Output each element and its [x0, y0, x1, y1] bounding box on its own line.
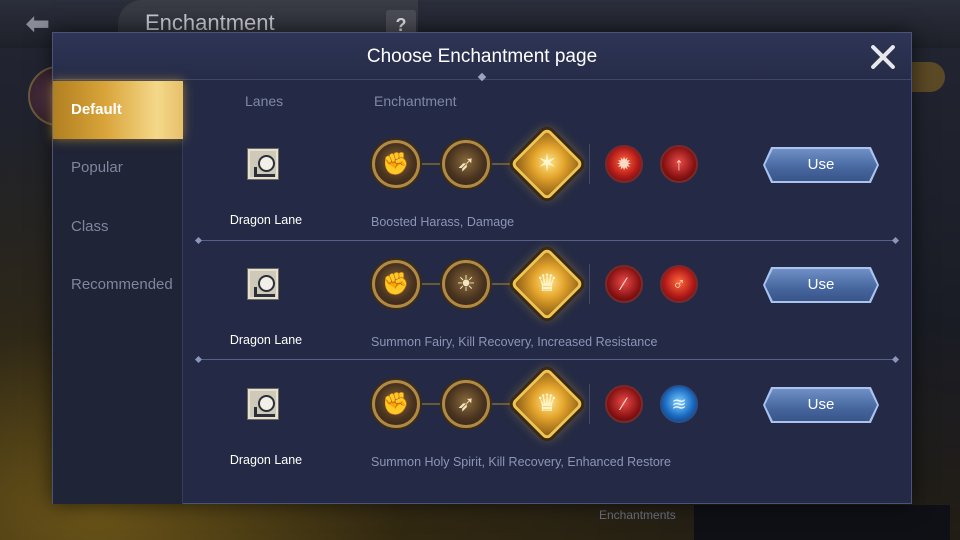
- sidebar-item-recommended[interactable]: Recommended: [53, 256, 183, 314]
- golden-crest-icon[interactable]: ♛: [510, 367, 584, 441]
- use-button[interactable]: Use: [765, 269, 877, 301]
- page-description: Summon Holy Spirit, Kill Recovery, Enhan…: [371, 455, 671, 469]
- sidebar-item-popular[interactable]: Popular: [53, 139, 183, 197]
- gauntlet-icon[interactable]: ✊: [372, 380, 420, 428]
- sidebar-item-class[interactable]: Class: [53, 198, 183, 256]
- golden-flame-icon[interactable]: ✶: [510, 127, 584, 201]
- use-button[interactable]: Use: [765, 149, 877, 181]
- lane-name: Dragon Lane: [229, 213, 303, 227]
- fire-rune-icon[interactable]: ✹: [605, 145, 643, 183]
- use-button[interactable]: Use: [765, 389, 877, 421]
- page-description: Summon Fairy, Kill Recovery, Increased R…: [371, 335, 658, 349]
- slash-rune-icon[interactable]: ∕: [605, 265, 643, 303]
- gauntlet-icon[interactable]: ✊: [372, 140, 420, 188]
- separator: [589, 144, 590, 184]
- warrior-rune-icon[interactable]: ♂: [660, 265, 698, 303]
- enchantment-page-row: Dragon Lane ✊ ➶ ♛ ∕ ≋ Use Summon Holy Sp…: [184, 361, 911, 481]
- dragon-lane-icon: [248, 389, 278, 419]
- background-bottom-label: Enchantments: [599, 508, 676, 522]
- open-book-icon[interactable]: ☀: [442, 260, 490, 308]
- arrow-emblem-icon[interactable]: ➶: [442, 140, 490, 188]
- separator: [589, 264, 590, 304]
- row-divider: [198, 359, 896, 360]
- close-icon[interactable]: [865, 39, 901, 75]
- gauntlet-icon[interactable]: ✊: [372, 260, 420, 308]
- dragon-lane-icon: [248, 149, 278, 179]
- lane-name: Dragon Lane: [229, 453, 303, 467]
- slash-rune-icon[interactable]: ∕: [605, 385, 643, 423]
- golden-crest-icon[interactable]: ♛: [510, 247, 584, 321]
- sidebar-item-default[interactable]: Default: [53, 81, 183, 139]
- column-header-lanes: Lanes: [245, 93, 284, 109]
- separator: [589, 384, 590, 424]
- sidebar: Default Popular Class Recommended: [53, 81, 183, 504]
- background-bottom-panel: [694, 505, 950, 540]
- water-rune-icon[interactable]: ≋: [660, 385, 698, 423]
- arrow-emblem-icon[interactable]: ➶: [442, 380, 490, 428]
- lane-name: Dragon Lane: [229, 333, 303, 347]
- spear-rune-icon[interactable]: ↑: [660, 145, 698, 183]
- enchantment-page-row: Dragon Lane ✊ ☀ ♛ ∕ ♂ Use Summon Fairy, …: [184, 241, 911, 361]
- enchantment-page-row: Dragon Lane ✊ ➶ ✶ ✹ ↑ Use Boosted Harass…: [184, 121, 911, 241]
- page-description: Boosted Harass, Damage: [371, 215, 515, 229]
- enchantment-modal: Choose Enchantment page Default Popular …: [52, 32, 912, 504]
- dragon-lane-icon: [248, 269, 278, 299]
- column-header-enchantment: Enchantment: [374, 93, 457, 109]
